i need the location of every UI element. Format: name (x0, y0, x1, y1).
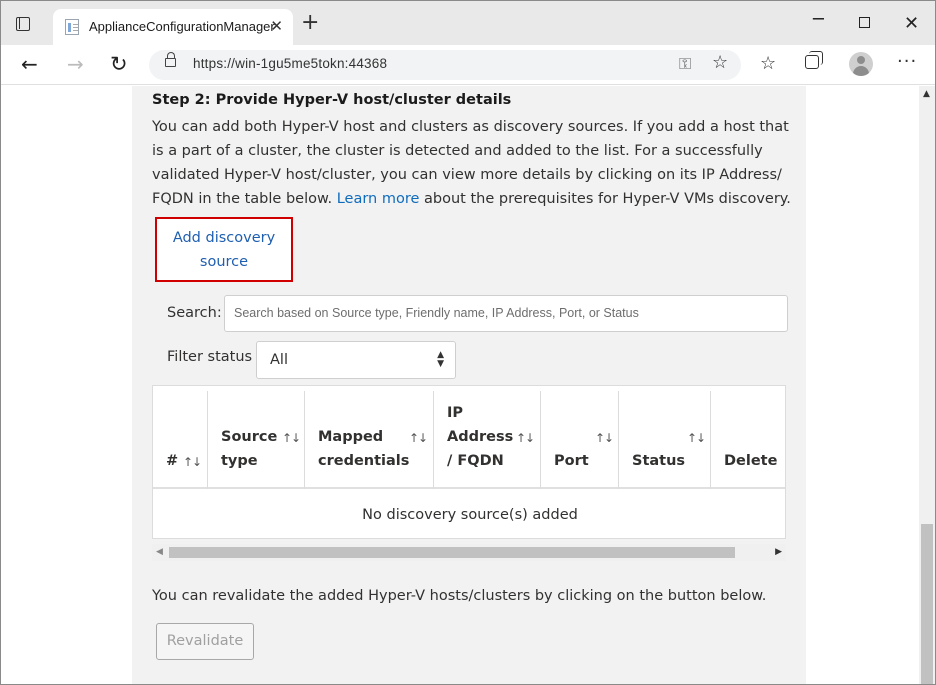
empty-table-message: No discovery source(s) added (362, 507, 578, 523)
key-icon[interactable]: ⚿ (679, 54, 691, 74)
revalidate-button[interactable]: Revalidate (156, 623, 254, 660)
discovery-sources-table: # ↑↓ Source type ↑↓ Mapped credentials ↑… (152, 385, 786, 539)
lock-icon[interactable] (165, 52, 176, 67)
column-header-mapped-credentials[interactable]: Mapped credentials ↑↓ (305, 391, 434, 489)
profile-avatar[interactable] (849, 52, 873, 76)
address-bar[interactable]: https://win-1gu5me5tokn:44368 ⚿ ☆ (149, 50, 741, 80)
url-text[interactable]: https://win-1gu5me5tokn:44368 (193, 56, 387, 71)
step-title: Step 2: Provide Hyper-V host/cluster det… (152, 92, 512, 108)
column-header-ip-address[interactable]: IP Address / FQDN ↑↓ (434, 391, 541, 489)
description-text-end: about the prerequisites for Hyper-V VMs … (419, 191, 791, 207)
minimize-icon[interactable]: ─ (813, 9, 824, 30)
learn-more-link[interactable]: Learn more (337, 191, 420, 207)
search-input[interactable]: Search based on Source type, Friendly na… (224, 295, 788, 332)
sort-arrows-icon[interactable]: ↑↓ (516, 431, 535, 445)
column-header-delete: Delete (724, 453, 778, 469)
favorites-icon[interactable]: ☆ (760, 53, 776, 74)
filter-status-value: All (270, 352, 288, 368)
title-bar: ApplianceConfigurationManager ✕ + ─ ✕ (1, 1, 935, 45)
browser-window: ApplianceConfigurationManager ✕ + ─ ✕ ← … (0, 0, 936, 685)
vertical-scroll-thumb[interactable] (921, 524, 933, 684)
sort-arrows-icon[interactable]: ↑↓ (183, 455, 202, 469)
vertical-scrollbar[interactable]: ▲ (919, 86, 935, 684)
sort-arrows-icon[interactable]: ↑↓ (595, 431, 614, 445)
scroll-up-icon[interactable]: ▲ (923, 89, 930, 99)
content-panel: Step 2: Provide Hyper-V host/cluster det… (132, 86, 806, 684)
new-tab-icon[interactable]: + (301, 12, 319, 34)
search-label: Search: (167, 305, 222, 321)
revalidate-description: You can revalidate the added Hyper-V hos… (152, 588, 767, 604)
back-icon[interactable]: ← (21, 51, 38, 77)
tab-actions-icon[interactable] (13, 14, 33, 34)
window-close-icon[interactable]: ✕ (904, 13, 919, 34)
sort-arrows-icon[interactable]: ↑↓ (282, 431, 301, 445)
column-header-status[interactable]: Status ↑↓ (619, 391, 711, 489)
horizontal-scroll-thumb[interactable] (169, 547, 735, 558)
sort-arrows-icon[interactable]: ↑↓ (687, 431, 706, 445)
filter-status-label: Filter status (167, 349, 253, 365)
add-favorite-icon[interactable]: ☆ (712, 52, 728, 73)
browser-tab[interactable]: ApplianceConfigurationManager ✕ (53, 9, 293, 45)
filter-status-select[interactable]: All ▲ ▼ (256, 341, 456, 379)
scroll-left-icon[interactable]: ◀ (156, 547, 163, 557)
tab-title: ApplianceConfigurationManager (89, 19, 275, 34)
more-options-icon[interactable]: ··· (897, 51, 917, 72)
refresh-icon[interactable]: ↻ (110, 51, 128, 77)
column-header-number[interactable]: # ↑↓ (153, 391, 208, 489)
step-description: You can add both Hyper-V host and cluste… (152, 115, 792, 211)
page-favicon-icon (65, 19, 79, 35)
horizontal-scrollbar[interactable]: ◀ ▶ (152, 544, 786, 561)
sort-arrows-icon[interactable]: ↑↓ (409, 431, 428, 445)
add-discovery-source-label: Add discovery source (172, 230, 276, 270)
table-header: # ↑↓ Source type ↑↓ Mapped credentials ↑… (153, 391, 785, 489)
column-header-port[interactable]: Port ↑↓ (541, 391, 619, 489)
scroll-right-icon[interactable]: ▶ (775, 547, 782, 557)
navigation-toolbar: ← → ↻ https://win-1gu5me5tokn:44368 ⚿ ☆ … (1, 45, 935, 85)
forward-icon[interactable]: → (67, 51, 84, 77)
page-viewport: Step 2: Provide Hyper-V host/cluster det… (1, 86, 919, 684)
select-arrows-icon: ▲ ▼ (437, 350, 444, 369)
maximize-icon[interactable] (859, 17, 870, 28)
tab-close-icon[interactable]: ✕ (270, 17, 283, 35)
add-discovery-source-button[interactable]: Add discovery source (155, 217, 293, 282)
column-header-source-type[interactable]: Source type ↑↓ (208, 391, 305, 489)
